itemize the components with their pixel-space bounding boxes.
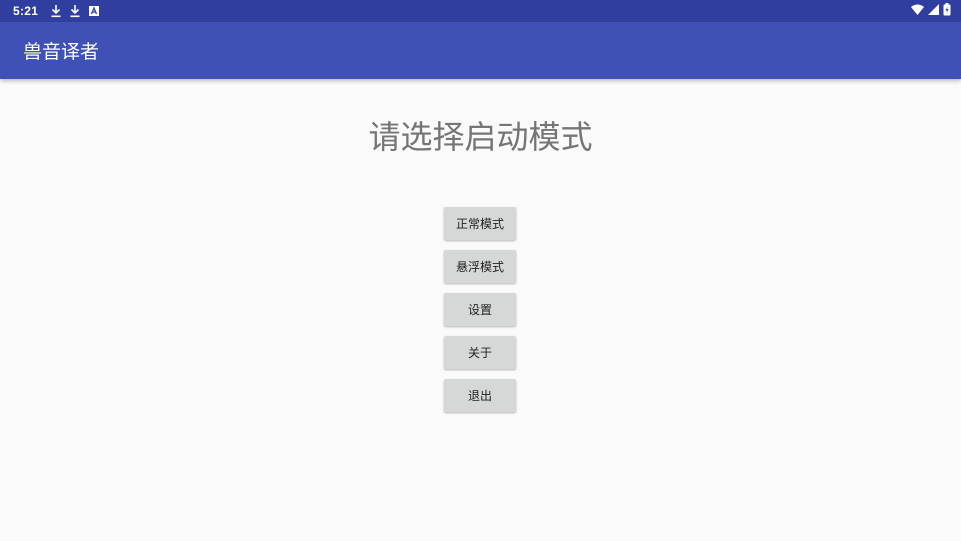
about-button[interactable]: 关于 (444, 336, 516, 369)
floating-mode-button[interactable]: 悬浮模式 (444, 250, 516, 283)
wifi-icon (911, 4, 924, 18)
app-bar: 兽音译者 (0, 22, 961, 79)
cellular-signal-icon (928, 4, 939, 18)
battery-icon (943, 3, 951, 19)
download-icon (50, 4, 62, 18)
exit-button[interactable]: 退出 (444, 379, 516, 412)
status-bar: 5:21 (0, 0, 961, 22)
system-status-icons (911, 3, 951, 19)
status-time: 5:21 (13, 4, 39, 18)
app-title: 兽音译者 (23, 41, 100, 63)
download-icon (69, 4, 81, 18)
mode-select-heading: 请选择启动模式 (368, 118, 593, 156)
app-notification-icon (88, 4, 100, 18)
normal-mode-button[interactable]: 正常模式 (444, 207, 516, 240)
settings-button[interactable]: 设置 (444, 293, 516, 326)
